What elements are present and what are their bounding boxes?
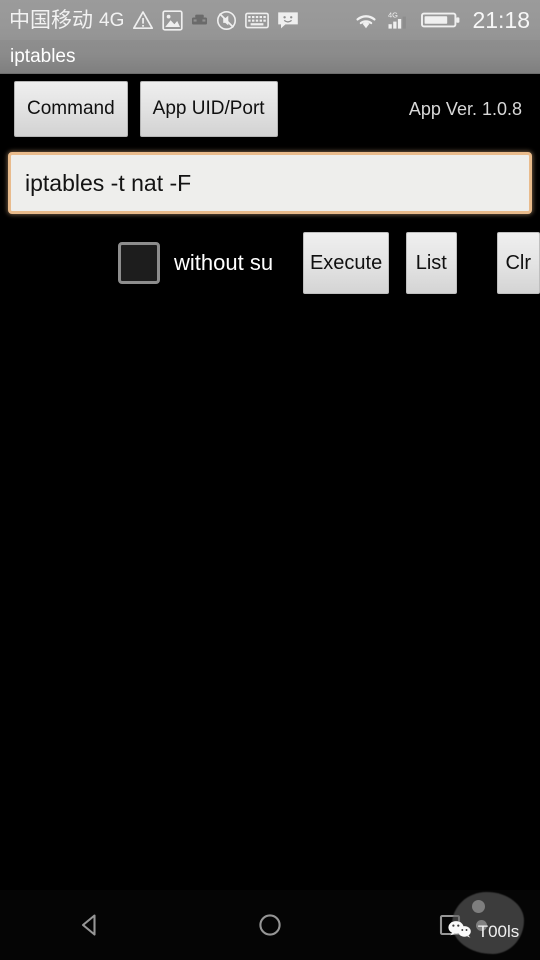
without-su-label: without su [174,250,274,275]
command-output-area [0,300,540,890]
status-bar-right: 4G 21:18 [353,6,530,33]
keyboard-icon [245,12,270,29]
without-su-checkbox[interactable] [118,242,160,284]
tab-app-uid-port[interactable]: App UID/Port [139,81,278,137]
without-su-checkbox-group[interactable]: without su [118,242,273,284]
wifi-icon [353,10,379,30]
mobile-signal-4g-icon: 4G [386,10,414,30]
execute-button[interactable]: Execute [303,232,390,294]
phone-screen: 中国移动 4G 4G 21:18 iptables Command App UI… [0,0,540,960]
network-type-label: 4G [99,9,125,31]
image-icon [162,9,184,31]
command-input-wrapper[interactable] [8,152,532,214]
battery-icon [421,10,461,30]
carrier-label: 中国移动 [9,8,93,32]
home-icon[interactable] [180,890,360,960]
page-title: iptables [10,46,76,67]
silent-mode-icon [216,10,237,31]
status-clock: 21:18 [472,6,530,33]
list-button[interactable]: List [406,232,457,294]
command-input[interactable] [11,155,529,211]
back-icon[interactable] [0,890,180,960]
message-icon [277,11,299,30]
status-bar-left: 中国移动 4G [9,10,353,31]
app-title-bar: iptables [0,40,540,74]
vpn-icon [191,13,208,27]
tab-row: Command App UID/Port App Ver. 1.0.8 [0,75,540,143]
controls-row: without su Execute List Clr [0,230,540,296]
warning-triangle-icon [132,10,154,30]
tab-command[interactable]: Command [14,81,128,137]
svg-text:4G: 4G [388,11,398,20]
clear-button[interactable]: Clr [496,232,540,294]
app-version-label: App Ver. 1.0.8 [408,98,522,119]
status-bar: 中国移动 4G 4G 21:18 [0,0,540,40]
system-navigation-bar [0,890,540,960]
recents-icon[interactable] [360,890,540,960]
